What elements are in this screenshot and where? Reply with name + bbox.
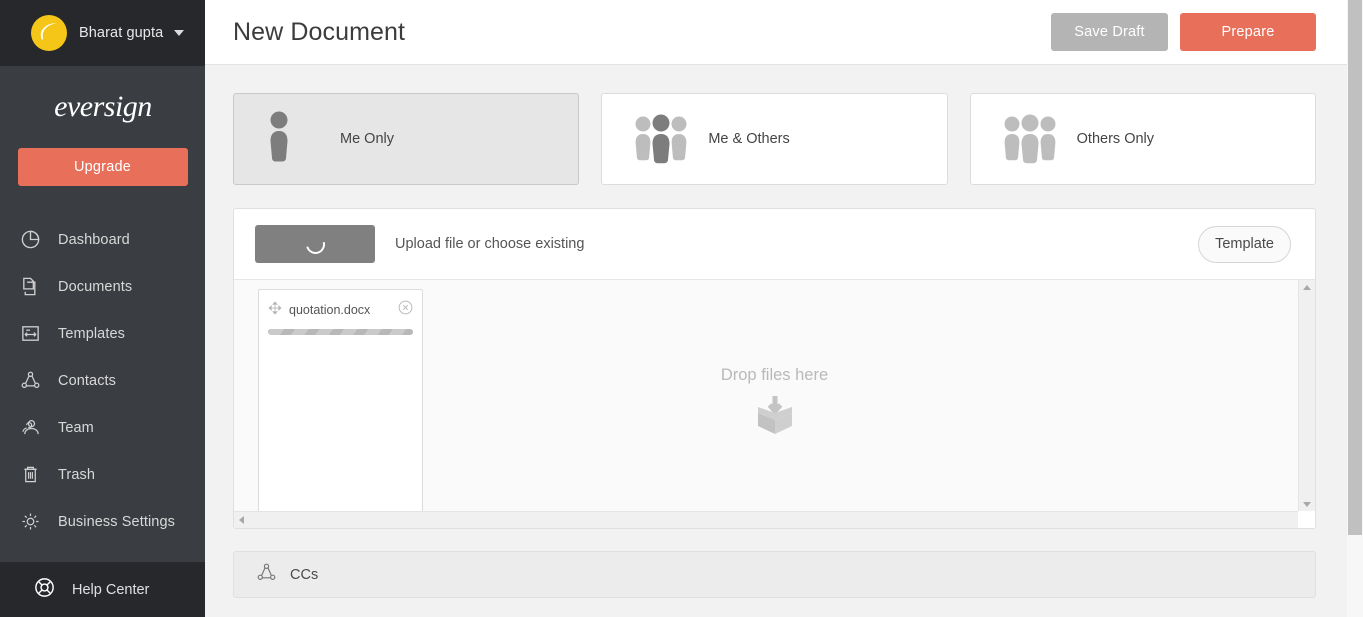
user-name: Bharat gupta xyxy=(79,25,164,41)
sidebar: Bharat gupta eversign Upgrade Dashboard xyxy=(0,0,205,617)
sidebar-item-templates[interactable]: Templates xyxy=(0,310,205,357)
sidebar-item-label: Trash xyxy=(58,466,96,483)
signer-option-label: Me & Others xyxy=(708,131,790,147)
main-content: New Document Save Draft Prepare Me Only xyxy=(205,0,1363,617)
chevron-down-icon[interactable] xyxy=(174,30,185,36)
sidebar-item-label: Team xyxy=(58,419,94,436)
brand-logo: eversign xyxy=(0,66,205,127)
signer-option-label: Me Only xyxy=(340,131,394,147)
upload-instruction-text: Upload file or choose existing xyxy=(395,236,585,252)
file-panel-vertical-scrollbar[interactable] xyxy=(1298,280,1315,512)
gear-icon xyxy=(17,509,43,535)
signer-option-me-and-others[interactable]: Me & Others xyxy=(601,93,948,185)
ccs-section[interactable]: CCs xyxy=(233,551,1316,598)
upload-panel: Upload file or choose existing Template xyxy=(233,208,1316,529)
ccs-label: CCs xyxy=(290,566,319,583)
file-drop-area[interactable]: quotation.docx Drop files here xyxy=(234,279,1315,528)
page-scrollbar[interactable] xyxy=(1347,0,1363,617)
page-title: New Document xyxy=(233,17,406,46)
scroll-left-arrow-icon[interactable] xyxy=(239,516,244,524)
file-card[interactable]: quotation.docx xyxy=(258,289,423,517)
file-list: quotation.docx xyxy=(234,280,423,528)
three-people-mixed-icon xyxy=(632,111,696,167)
file-name: quotation.docx xyxy=(289,303,371,317)
templates-icon xyxy=(17,321,43,347)
scroll-up-arrow-icon[interactable] xyxy=(1303,285,1311,290)
sidebar-item-trash[interactable]: Trash xyxy=(0,451,205,498)
loading-spinner-icon xyxy=(302,231,328,257)
sidebar-nav: Dashboard Documents Templates Contacts T… xyxy=(0,216,205,545)
eversign-wordmark: eversign xyxy=(54,90,152,123)
user-account-menu[interactable]: Bharat gupta xyxy=(0,0,205,66)
close-circle-icon[interactable] xyxy=(398,300,413,320)
content-area: Me Only Me & Others Others Only Upload f… xyxy=(205,65,1363,598)
file-card-header: quotation.docx xyxy=(268,300,413,320)
help-center-label: Help Center xyxy=(72,581,150,598)
scroll-down-arrow-icon[interactable] xyxy=(1303,502,1311,507)
lifebuoy-icon xyxy=(33,576,56,604)
sidebar-item-label: Documents xyxy=(58,278,133,295)
sidebar-item-dashboard[interactable]: Dashboard xyxy=(0,216,205,263)
template-button[interactable]: Template xyxy=(1198,225,1291,263)
three-people-light-icon xyxy=(1001,111,1065,167)
signer-type-selector: Me Only Me & Others Others Only xyxy=(233,93,1316,185)
package-box-download-icon xyxy=(757,396,792,434)
sidebar-item-team[interactable]: Team xyxy=(0,404,205,451)
team-icon xyxy=(17,415,43,441)
sidebar-item-label: Contacts xyxy=(58,372,117,389)
sidebar-item-documents[interactable]: Documents xyxy=(0,263,205,310)
sidebar-item-label: Dashboard xyxy=(58,231,130,248)
sidebar-item-label: Templates xyxy=(58,325,125,342)
trash-icon xyxy=(17,462,43,488)
upload-toolbar: Upload file or choose existing Template xyxy=(234,209,1315,279)
sidebar-item-business-settings[interactable]: Business Settings xyxy=(0,498,205,545)
pie-chart-icon xyxy=(17,227,43,253)
signer-option-others-only[interactable]: Others Only xyxy=(969,93,1316,185)
help-center-button[interactable]: Help Center xyxy=(0,562,205,617)
signer-option-me-only[interactable]: Me Only xyxy=(233,93,580,185)
page-scrollbar-thumb[interactable] xyxy=(1348,0,1362,535)
upgrade-button[interactable]: Upgrade xyxy=(17,148,188,186)
topbar: New Document Save Draft Prepare xyxy=(205,0,1363,65)
leaf-icon xyxy=(40,23,56,40)
sidebar-item-contacts[interactable]: Contacts xyxy=(0,357,205,404)
save-draft-button[interactable]: Save Draft xyxy=(1051,13,1168,51)
scrollbar-corner xyxy=(1298,511,1315,528)
file-upload-progress xyxy=(268,329,413,335)
signer-option-label: Others Only xyxy=(1076,131,1155,147)
contacts-icon xyxy=(256,562,277,588)
file-panel-horizontal-scrollbar[interactable] xyxy=(234,511,1298,528)
avatar xyxy=(31,15,67,51)
svg-text:eversign: eversign xyxy=(54,90,152,123)
single-person-icon xyxy=(264,109,328,169)
upload-file-button[interactable] xyxy=(255,225,375,263)
move-handle-icon[interactable] xyxy=(268,300,282,320)
documents-icon xyxy=(17,274,43,300)
app-root: Bharat gupta eversign Upgrade Dashboard xyxy=(0,0,1363,617)
topbar-actions: Save Draft Prepare xyxy=(1051,13,1316,51)
sidebar-item-label: Business Settings xyxy=(58,513,175,530)
prepare-button[interactable]: Prepare xyxy=(1180,13,1316,51)
contacts-icon xyxy=(17,368,43,394)
